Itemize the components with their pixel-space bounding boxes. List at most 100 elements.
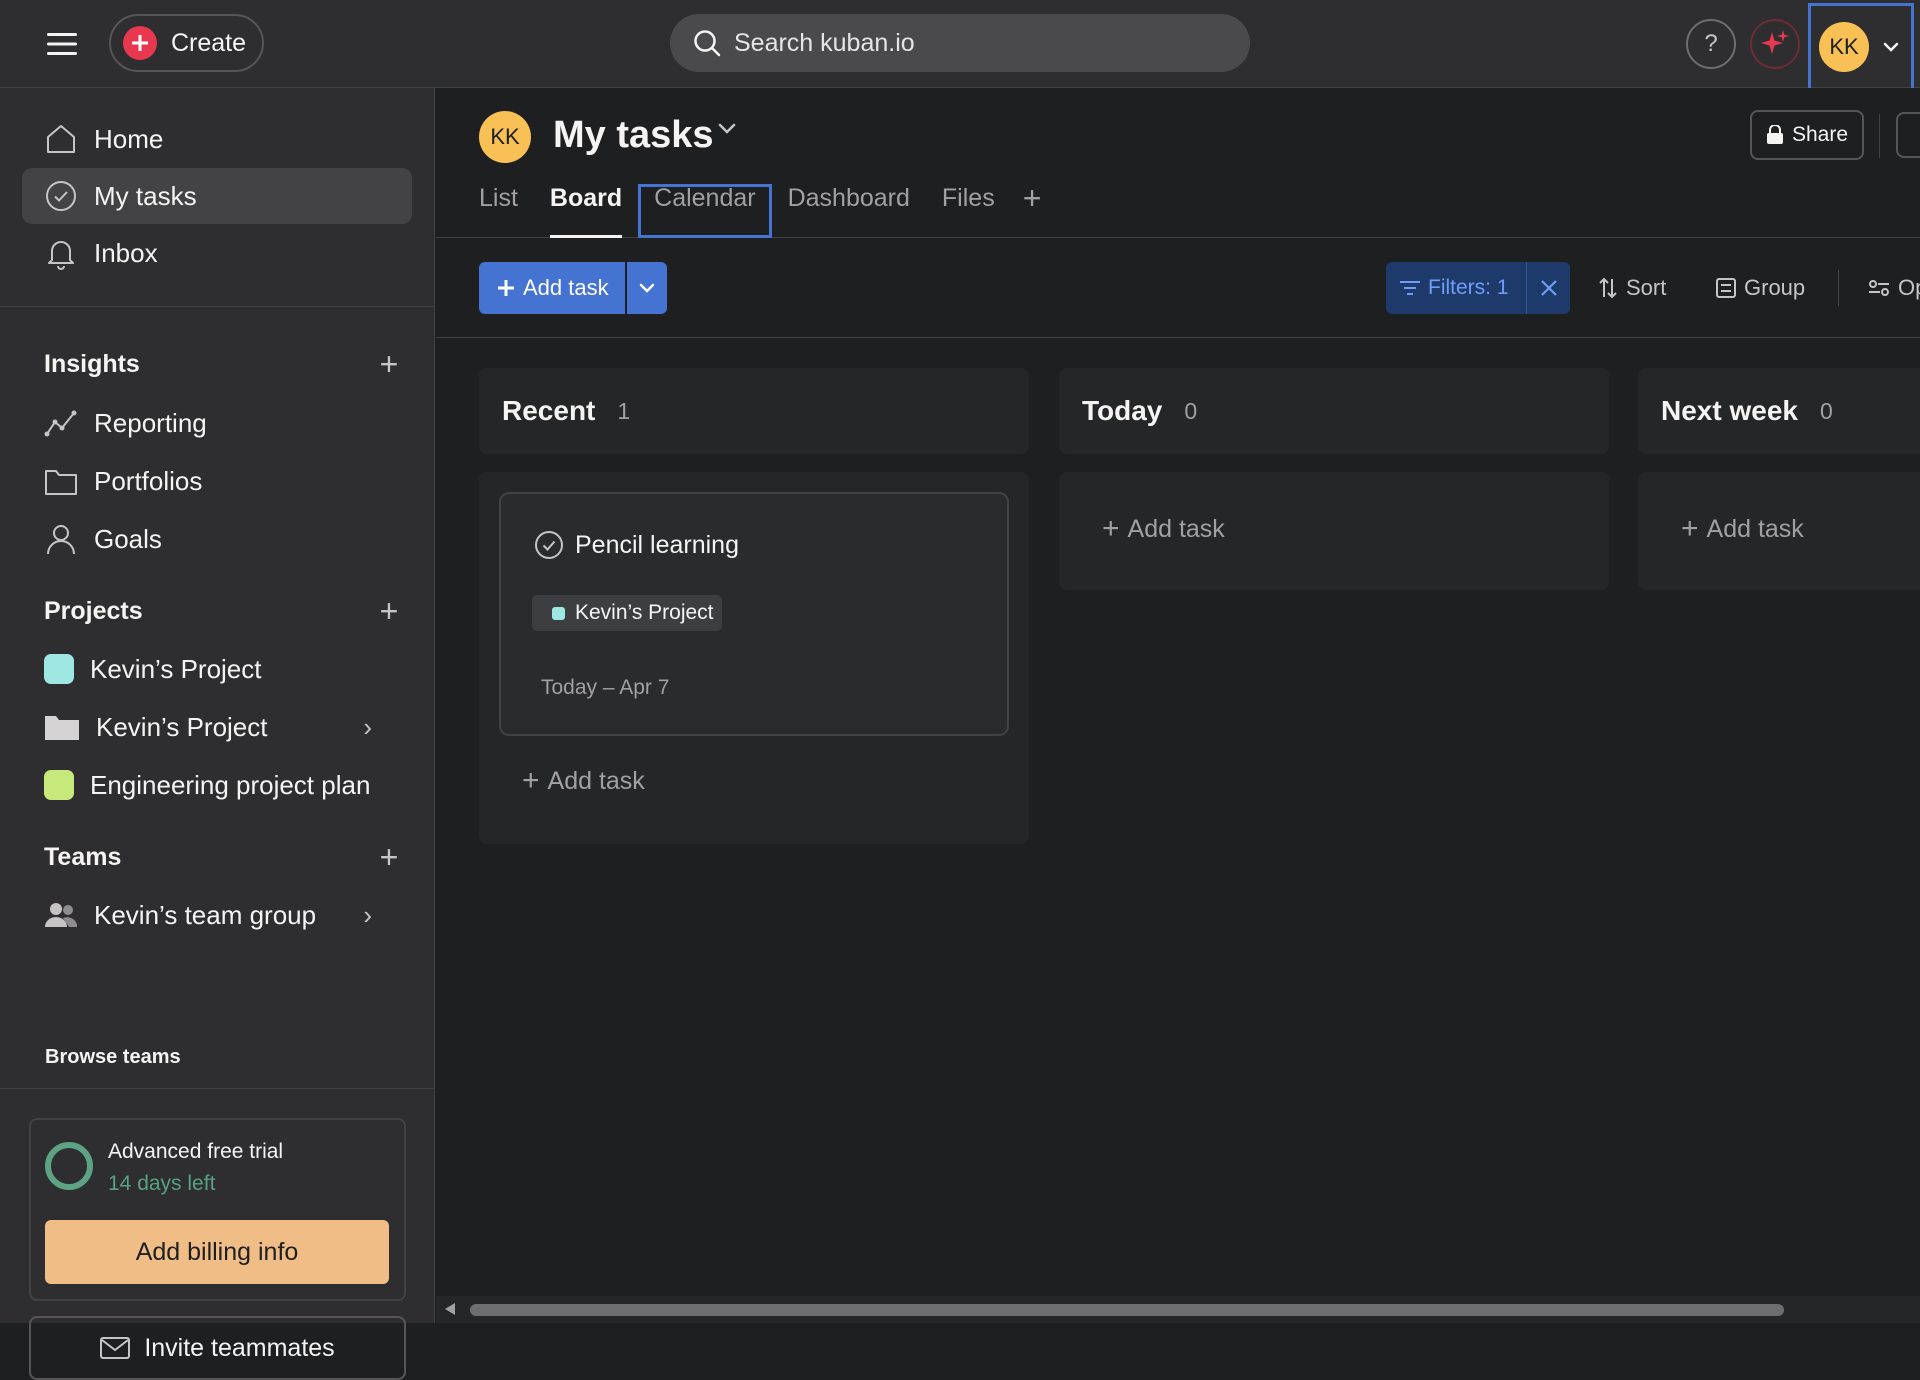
add-task-dropdown[interactable] xyxy=(627,262,667,314)
sidebar-item-label: Kevin’s Project xyxy=(96,711,268,742)
add-project-icon[interactable]: + xyxy=(374,593,404,630)
task-project-label: Kevin’s Project xyxy=(575,601,714,624)
tab-files[interactable]: Files xyxy=(926,184,1011,238)
sidebar-divider xyxy=(0,306,435,307)
column-header[interactable]: Today 0 xyxy=(1059,368,1609,454)
sidebar-item-reporting[interactable]: Reporting xyxy=(22,395,412,451)
horizontal-scrollbar[interactable] xyxy=(436,1296,1920,1323)
page-header: KK My tasks Share List Board Calendar Da… xyxy=(436,88,1920,238)
project-color-swatch xyxy=(44,770,74,800)
sidebar-item-portfolios[interactable]: Portfolios xyxy=(22,453,412,509)
task-card[interactable]: Pencil learning Kevin’s Project Today – … xyxy=(499,492,1009,736)
top-bar: Create Search kuban.io ? KK xyxy=(0,0,1920,91)
column-header[interactable]: Next week 0 xyxy=(1638,368,1920,454)
options-button[interactable]: Op xyxy=(1868,262,1920,314)
add-task-label: Add task xyxy=(1127,514,1225,543)
trial-card: Advanced free trial 14 days left Add bil… xyxy=(29,1118,406,1301)
add-task-label: Add task xyxy=(1706,514,1804,543)
sidebar-item-label: Reporting xyxy=(94,407,207,438)
insights-header: Insights + xyxy=(44,346,404,383)
sidebar-item-project[interactable]: Kevin’s Project xyxy=(22,641,412,697)
sidebar-item-project-folder[interactable]: Kevin’s Project › xyxy=(22,699,412,755)
avatar: KK xyxy=(1819,22,1869,72)
chevron-down-icon xyxy=(1883,42,1899,52)
scroll-left-icon[interactable] xyxy=(444,1302,456,1316)
add-task-split-button: Add task xyxy=(479,262,667,314)
filter-toggle[interactable]: Filters: 1 xyxy=(1386,262,1526,314)
group-icon xyxy=(1716,278,1736,298)
projects-title: Projects xyxy=(44,597,143,625)
sidebar-item-team[interactable]: Kevin’s team group › xyxy=(22,887,412,943)
close-icon xyxy=(1540,280,1557,296)
task-name: Pencil learning xyxy=(575,531,739,559)
sort-icon xyxy=(1599,277,1617,299)
tab-dashboard[interactable]: Dashboard xyxy=(772,184,926,238)
tab-board[interactable]: Board xyxy=(534,184,638,238)
column-title: Today xyxy=(1082,395,1163,426)
browse-teams-link[interactable]: Browse teams xyxy=(45,1046,181,1069)
plus-icon xyxy=(498,280,514,296)
chevron-right-icon[interactable]: › xyxy=(363,712,372,743)
column-title: Recent xyxy=(502,395,596,426)
menu-icon[interactable] xyxy=(40,24,84,64)
chevron-down-icon[interactable] xyxy=(718,122,736,134)
folder-icon xyxy=(44,466,78,496)
sidebar-item-project[interactable]: Engineering project plan xyxy=(22,757,412,813)
tab-list[interactable]: List xyxy=(479,184,534,238)
add-task-label: Add task xyxy=(547,766,645,795)
profile-menu-button[interactable]: KK xyxy=(1808,3,1914,91)
column-title: Next week xyxy=(1661,395,1798,426)
toolbar-separator xyxy=(1838,270,1839,306)
create-button[interactable]: Create xyxy=(109,14,264,72)
insights-title: Insights xyxy=(44,350,140,378)
search-placeholder: Search kuban.io xyxy=(734,28,915,57)
share-button[interactable]: Share xyxy=(1750,110,1864,160)
add-tab-icon[interactable]: + xyxy=(1011,182,1054,238)
ai-assistant-button[interactable] xyxy=(1750,19,1800,69)
group-button[interactable]: Group xyxy=(1716,262,1805,314)
teams-header: Teams + xyxy=(44,839,404,876)
column-add-task[interactable]: + Add task xyxy=(1681,512,1804,546)
board-column-today: Today 0 + Add task xyxy=(1059,368,1609,590)
create-label: Create xyxy=(171,28,247,57)
column-count: 0 xyxy=(1184,397,1198,424)
trial-days-left: 14 days left xyxy=(108,1172,216,1195)
check-circle-icon[interactable] xyxy=(534,530,564,560)
help-button[interactable]: ? xyxy=(1686,19,1736,69)
customize-button[interactable] xyxy=(1896,112,1920,158)
sparkle-icon xyxy=(1759,28,1791,60)
chevron-right-icon[interactable]: › xyxy=(363,900,372,931)
sidebar-item-label: Inbox xyxy=(94,237,158,268)
column-header[interactable]: Recent 1 xyxy=(479,368,1029,454)
person-icon xyxy=(44,522,78,556)
invite-teammates-button[interactable]: Invite teammates xyxy=(29,1316,406,1380)
sidebar-item-label: My tasks xyxy=(94,180,197,211)
sidebar-item-home[interactable]: Home xyxy=(22,111,412,167)
column-add-task[interactable]: + Add task xyxy=(522,764,645,798)
sidebar-item-label: Portfolios xyxy=(94,465,203,496)
teams-title: Teams xyxy=(44,843,122,871)
column-add-task[interactable]: + Add task xyxy=(1102,512,1225,546)
add-team-icon[interactable]: + xyxy=(374,839,404,876)
clear-filter-button[interactable] xyxy=(1526,262,1570,314)
team-icon xyxy=(44,901,78,929)
column-body: Pencil learning Kevin’s Project Today – … xyxy=(479,472,1029,844)
sidebar-item-goals[interactable]: Goals xyxy=(22,511,412,567)
add-insight-icon[interactable]: + xyxy=(374,346,404,383)
header-separator xyxy=(1879,114,1880,158)
task-project-pill[interactable]: Kevin’s Project xyxy=(532,595,722,631)
column-body: + Add task xyxy=(1638,472,1920,590)
sidebar-item-inbox[interactable]: Inbox xyxy=(22,225,412,281)
search-input[interactable]: Search kuban.io xyxy=(670,14,1250,72)
add-task-button[interactable]: Add task xyxy=(479,262,625,314)
search-icon xyxy=(692,28,722,58)
add-billing-button[interactable]: Add billing info xyxy=(45,1220,389,1284)
sidebar: Home My tasks Inbox Insights + Reporting… xyxy=(0,88,435,1380)
sidebar-item-my-tasks[interactable]: My tasks xyxy=(22,168,412,224)
tab-calendar[interactable]: Calendar xyxy=(638,184,772,238)
sort-button[interactable]: Sort xyxy=(1598,262,1666,314)
trial-progress-ring xyxy=(45,1142,93,1190)
plus-icon: + xyxy=(522,764,540,797)
scrollbar-thumb[interactable] xyxy=(470,1304,1784,1316)
plus-icon: + xyxy=(1102,512,1120,545)
